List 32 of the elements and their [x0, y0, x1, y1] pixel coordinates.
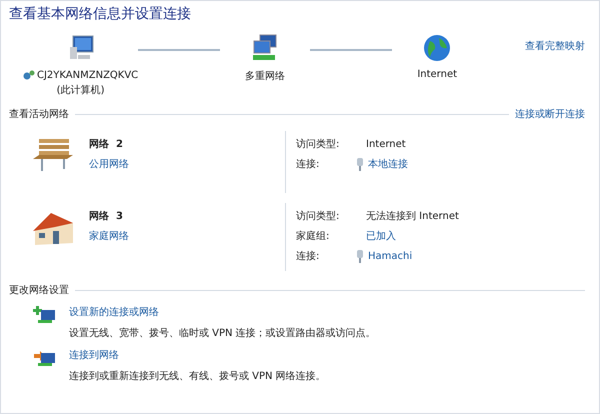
globe-icon — [422, 33, 452, 63]
full-map-link[interactable]: 查看完整映射 — [525, 39, 585, 53]
node-sublabel: (此计算机) — [56, 84, 104, 97]
node-label: CJ2YKANMZNZQKVC — [37, 70, 138, 80]
network-type-link[interactable]: 公用网络 — [89, 157, 129, 171]
bench-icon — [31, 137, 75, 173]
detail-label: 访问类型: — [296, 210, 340, 223]
network-type-link[interactable]: 家庭网络 — [89, 229, 129, 243]
connection-icon — [356, 250, 364, 262]
page-title: 查看基本网络信息并设置连接 — [9, 5, 192, 23]
task-description: 设置无线、宽带、拨号、临时或 VPN 连接；或设置路由器或访问点。 — [69, 326, 376, 340]
network-name: 网络 3 — [89, 210, 124, 223]
connection-icon — [356, 158, 364, 170]
connection-link[interactable]: Hamachi — [368, 250, 412, 262]
detail-label: 连接: — [296, 250, 320, 263]
network-name: 网络 2 — [89, 138, 124, 151]
node-label: Internet — [417, 69, 458, 80]
connection-link[interactable]: 本地连接 — [368, 157, 408, 171]
section-heading: 更改网络设置 — [9, 284, 69, 297]
detail-label: 访问类型: — [296, 138, 340, 151]
task-link[interactable]: 设置新的连接或网络 — [69, 305, 376, 319]
connect-disconnect-link[interactable]: 连接或断开连接 — [515, 107, 585, 121]
task-link[interactable]: 连接到网络 — [69, 348, 326, 362]
detail-link[interactable]: 已加入 — [366, 229, 396, 243]
detail-label: 家庭组: — [296, 230, 330, 243]
detail-value: Internet — [366, 138, 406, 150]
detail-label: 连接: — [296, 158, 320, 171]
task-description: 连接到或重新连接到无线、有线、拨号或 VPN 网络连接。 — [69, 370, 326, 383]
section-heading: 查看活动网络 — [9, 108, 69, 121]
network-sharing-icon — [23, 69, 35, 81]
node-label: 多重网络 — [245, 70, 286, 83]
detail-value: 无法连接到 Internet — [366, 210, 459, 223]
